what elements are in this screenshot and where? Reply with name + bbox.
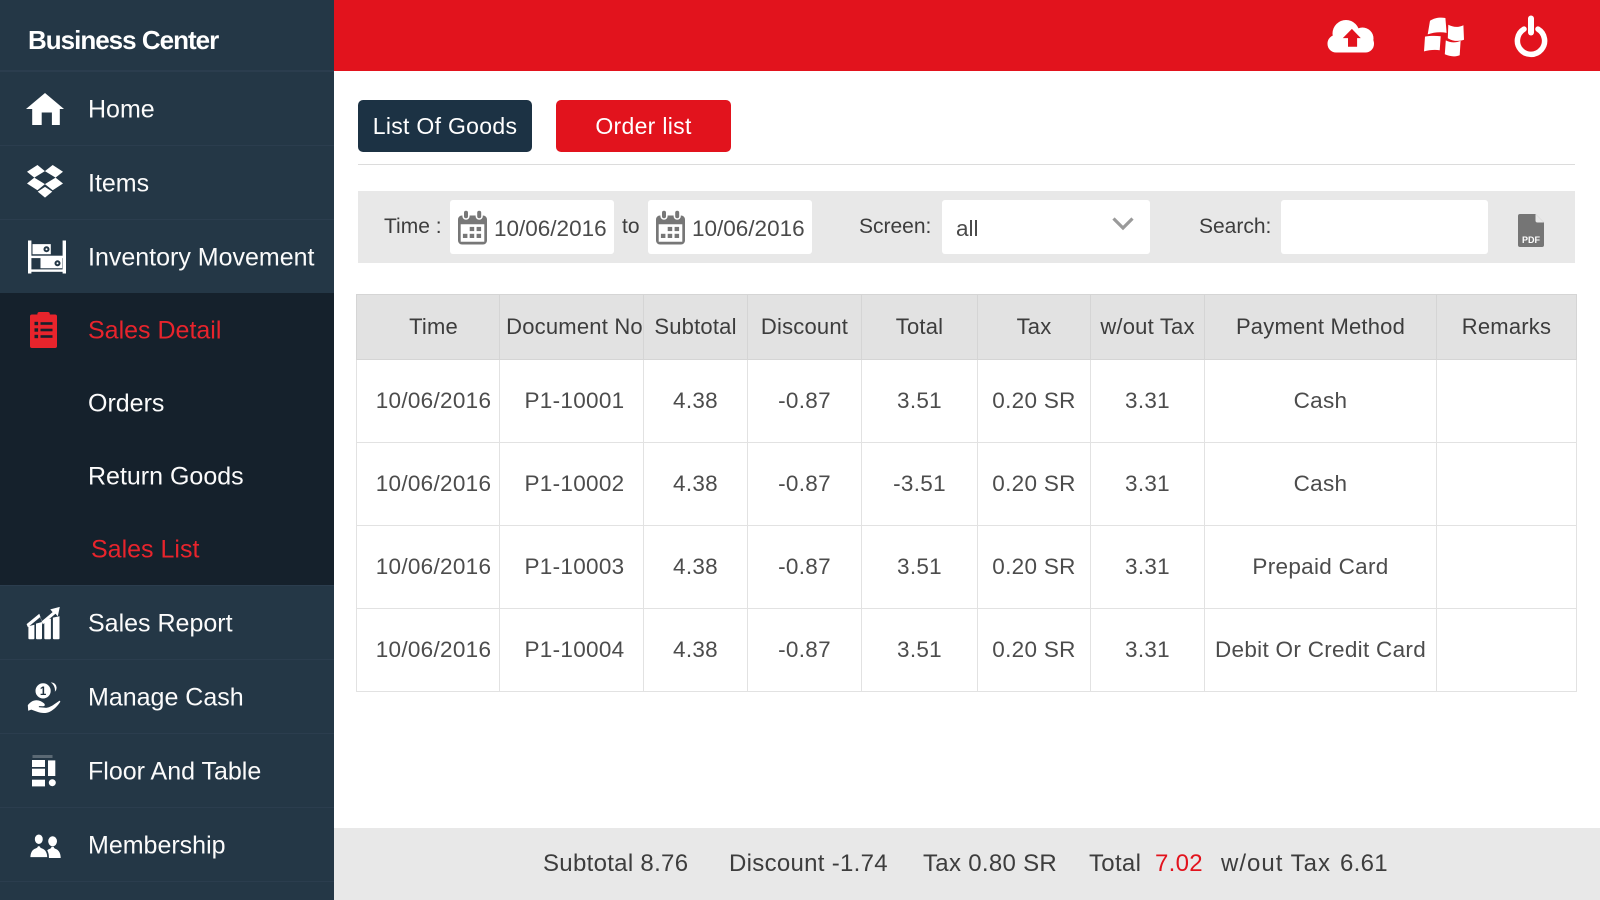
svg-text:1: 1 [40, 686, 47, 698]
svg-text:PDF: PDF [1522, 235, 1541, 245]
